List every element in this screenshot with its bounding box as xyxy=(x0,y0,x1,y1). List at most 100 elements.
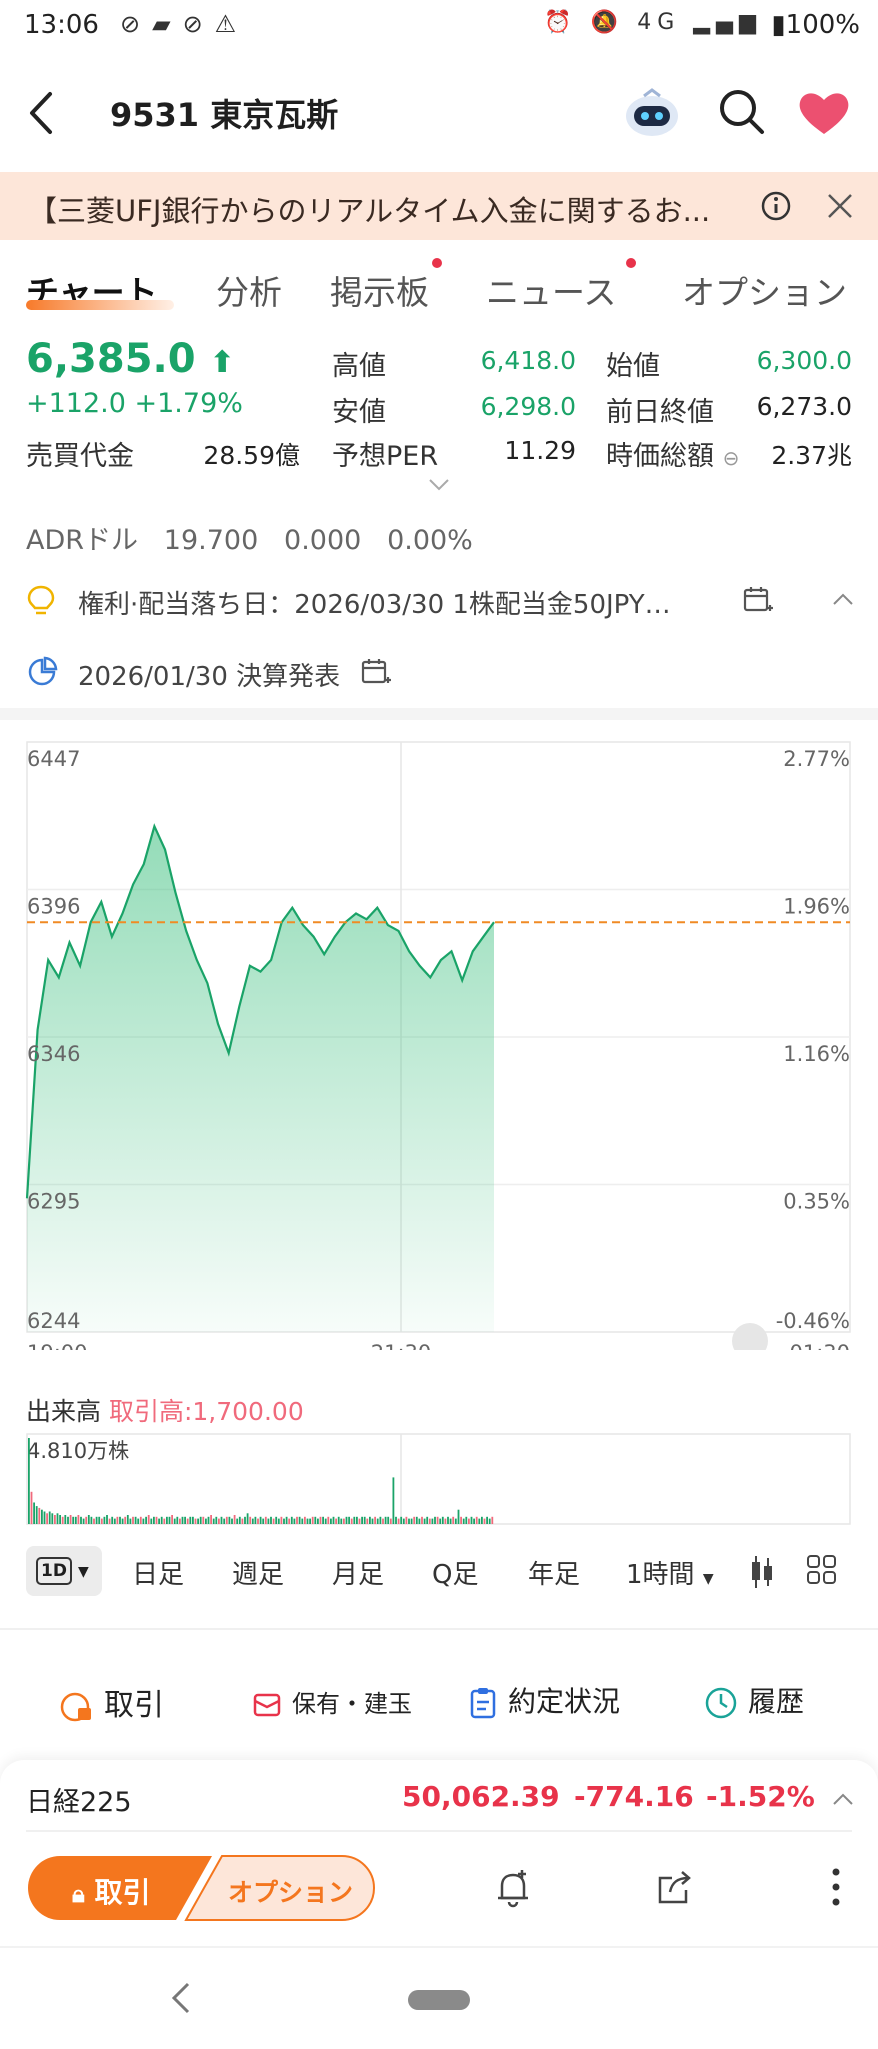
tab-options[interactable]: オプション xyxy=(682,266,847,314)
back-arrow-icon[interactable] xyxy=(22,88,62,138)
period-weekly[interactable]: 週足 xyxy=(232,1554,284,1591)
calendar-add-icon[interactable] xyxy=(742,584,774,616)
chevron-up-icon[interactable] xyxy=(832,1792,854,1806)
period-quarterly[interactable]: Q足 xyxy=(432,1554,478,1591)
pie-chart-icon xyxy=(28,656,58,686)
tab-board[interactable]: 掲示板 xyxy=(330,266,429,314)
volume-bar xyxy=(137,1518,140,1524)
volume-bar xyxy=(356,1516,358,1524)
y-tick-label: 6346 xyxy=(27,1042,80,1066)
market-cap-label-text: 時価総額 xyxy=(606,441,714,472)
volume-bar xyxy=(293,1518,296,1524)
ai-robot-icon[interactable] xyxy=(622,84,682,140)
holdings-action[interactable]: 保有・建玉 xyxy=(252,1684,412,1720)
share-icon[interactable] xyxy=(656,1868,694,1908)
volume-bar xyxy=(134,1516,137,1524)
intraday-price-chart[interactable]: 6447 2.77% 6396 1.96% 6346 1.16% 6295 0.35% 6244… xyxy=(0,730,878,1350)
holdings-box-icon xyxy=(253,1693,281,1717)
period-daily[interactable]: 日足 xyxy=(132,1554,184,1591)
y-tick-label: 6447 xyxy=(27,747,80,771)
volume-bar xyxy=(423,1518,426,1524)
notice-banner[interactable]: 【三菱UFJ銀行からのリアルタイム入金に関するお... xyxy=(0,172,878,240)
earnings-event-row[interactable]: 2026/01/30 決算発表 xyxy=(0,642,878,702)
option-button[interactable]: オプション xyxy=(228,1873,353,1909)
volume-bar xyxy=(439,1518,442,1524)
volume-bar xyxy=(447,1516,449,1524)
period-monthly[interactable]: 月足 xyxy=(332,1554,384,1591)
per-value: 11.29 xyxy=(504,436,576,465)
volume-bar xyxy=(124,1516,127,1524)
tab-analysis[interactable]: 分析 xyxy=(216,266,282,314)
chevron-up-icon[interactable] xyxy=(832,592,854,606)
y-tick-label: 6295 xyxy=(27,1190,80,1214)
news-notification-dot xyxy=(626,258,636,268)
volume-bar xyxy=(488,1518,491,1524)
nav-back-icon[interactable] xyxy=(168,1980,192,2016)
volume-bar xyxy=(41,1509,43,1524)
grid-layout-icon[interactable] xyxy=(806,1554,838,1586)
period-yearly[interactable]: 年足 xyxy=(528,1554,580,1591)
volume-bar xyxy=(358,1518,361,1524)
favorite-heart-icon[interactable] xyxy=(796,88,852,138)
nav-home-pill[interactable] xyxy=(408,1990,470,2010)
volume-bar xyxy=(139,1516,142,1524)
adr-change: 0.000 xyxy=(284,525,362,556)
panel-divider xyxy=(26,1830,852,1832)
volume-bar xyxy=(337,1516,340,1524)
volume-bar xyxy=(296,1516,298,1524)
pct-tick-label: -0.46% xyxy=(776,1309,850,1333)
volume-bar xyxy=(61,1516,64,1524)
volume-bar xyxy=(460,1516,462,1524)
volume-bar xyxy=(478,1518,481,1524)
candlestick-icon[interactable] xyxy=(748,1554,776,1590)
volume-bar xyxy=(171,1515,173,1524)
banner-text[interactable]: 【三菱UFJ銀行からのリアルタイム入金に関するお... xyxy=(28,188,748,230)
volume-bar xyxy=(264,1516,267,1524)
holdings-action-label: 保有・建玉 xyxy=(292,1690,412,1718)
info-icon[interactable] xyxy=(760,190,792,222)
adr-row: ADRドル 19.700 0.000 0.00% xyxy=(26,518,473,557)
interval-dropdown[interactable]: 1時間 ▼ xyxy=(626,1554,714,1591)
volume-bar xyxy=(246,1513,249,1525)
dividend-event-row[interactable]: 権利·配当落ち日：2026/03/30 1株配当金50JPY… xyxy=(0,570,878,630)
volume-chart[interactable]: 4.810万株 xyxy=(0,1430,878,1530)
volume-bar xyxy=(270,1516,272,1524)
volume-bar xyxy=(361,1516,363,1524)
more-vertical-icon[interactable] xyxy=(830,1866,842,1908)
volume-bar xyxy=(413,1516,416,1524)
period-1d-button[interactable]: 1D ▼ xyxy=(26,1546,102,1596)
volume-bar xyxy=(90,1516,93,1524)
volume-bar xyxy=(238,1516,241,1524)
pct-tick-label: 2.77% xyxy=(783,747,850,771)
volume-bar xyxy=(408,1518,410,1524)
chevron-down-icon[interactable] xyxy=(428,478,450,492)
volume-bar xyxy=(335,1518,337,1524)
trade-button[interactable]: 🔒︎ 取引 xyxy=(72,1871,151,1911)
info-circle-icon[interactable]: ⊖ xyxy=(723,446,740,470)
volume-bar xyxy=(366,1518,369,1524)
volume-bar xyxy=(166,1516,168,1524)
volume-bar xyxy=(257,1518,259,1524)
calendar-add-icon[interactable] xyxy=(360,656,392,688)
clock-icon xyxy=(705,1687,737,1719)
index-name[interactable]: 日経225 xyxy=(26,1780,132,1819)
alert-bell-icon[interactable] xyxy=(494,1868,532,1908)
volume-bar xyxy=(468,1518,470,1524)
volume-bar xyxy=(72,1516,75,1524)
volume-bar xyxy=(82,1518,85,1524)
search-icon[interactable] xyxy=(716,86,766,138)
volume-bar xyxy=(345,1516,348,1524)
tab-news[interactable]: ニュース xyxy=(486,266,616,314)
trade-action[interactable]: 取引 xyxy=(60,1680,164,1724)
volume-bar xyxy=(85,1516,88,1524)
history-action[interactable]: 履歴 xyxy=(704,1680,804,1720)
volume-bar xyxy=(176,1516,179,1524)
volume-bar xyxy=(205,1518,207,1524)
chart-fullscreen-icon[interactable] xyxy=(732,1323,768,1350)
volume-bar xyxy=(491,1516,494,1524)
volume-bar xyxy=(392,1477,395,1524)
close-icon[interactable] xyxy=(826,192,854,220)
volume-bar xyxy=(179,1518,181,1524)
orders-action[interactable]: 約定状況 xyxy=(468,1680,620,1720)
volume-bar xyxy=(233,1515,236,1524)
